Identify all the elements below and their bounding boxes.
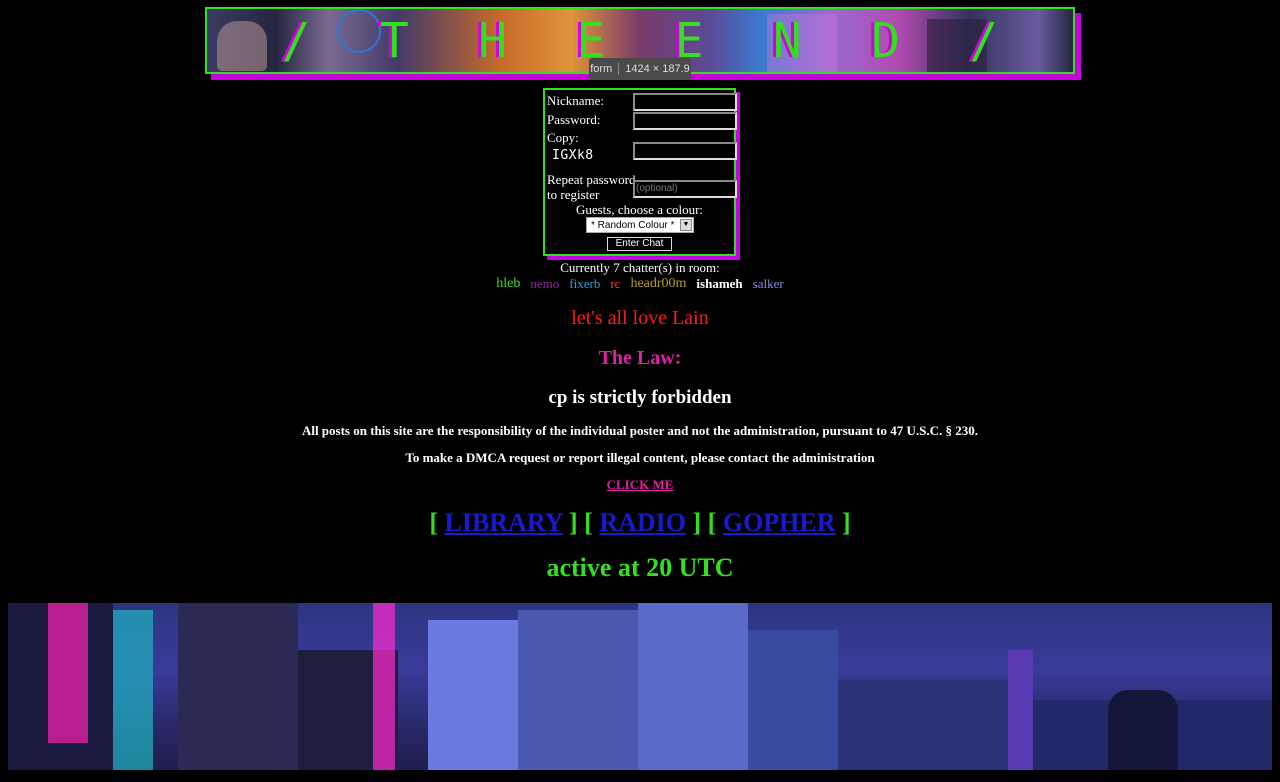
chatter-name: headr00m bbox=[630, 276, 687, 291]
cityscape-image bbox=[8, 603, 1272, 770]
tooltip-size: 1424 × 187.9 bbox=[625, 63, 690, 75]
gopher-link[interactable]: GOPHER bbox=[723, 508, 836, 537]
repeat-label-line1: Repeat password bbox=[547, 172, 636, 187]
colour-select-value: * Random Colour * bbox=[591, 220, 675, 231]
contact-link-wrap: CLICK ME bbox=[0, 477, 1280, 493]
chatters-list: hleb nemo fixerb rc headr00m ishameh sal… bbox=[0, 276, 1280, 292]
chatter-name: salker bbox=[752, 276, 784, 291]
neon-sign bbox=[48, 603, 88, 743]
devtools-tooltip: form 1424 × 187.9 bbox=[589, 58, 691, 80]
library-link[interactable]: LIBRARY bbox=[444, 508, 562, 537]
colour-select[interactable]: * Random Colour * ▼ bbox=[586, 217, 694, 233]
law-rule: cp is strictly forbidden bbox=[548, 387, 732, 408]
title-letter: / bbox=[969, 12, 999, 69]
building bbox=[518, 610, 638, 770]
login-form-box: Nickname: Password: Copy: IGXk8 Repeat p… bbox=[543, 88, 737, 256]
law-heading: The Law: bbox=[598, 347, 682, 369]
contact-link[interactable]: CLICK ME bbox=[607, 477, 674, 492]
title-letter: D bbox=[871, 12, 901, 69]
chatter-name: hleb bbox=[496, 276, 521, 291]
nickname-field[interactable] bbox=[633, 93, 737, 111]
chatter-name: nemo bbox=[530, 276, 560, 291]
password-label: Password: bbox=[547, 112, 601, 127]
building bbox=[1008, 650, 1033, 770]
dmca-text: To make a DMCA request or report illegal… bbox=[405, 450, 875, 465]
nav-links: [ LIBRARY ] [ RADIO ] [ GOPHER ] bbox=[429, 508, 851, 537]
password-field[interactable] bbox=[633, 112, 737, 130]
copy-label: Copy: bbox=[547, 130, 579, 145]
tooltip-tag: form bbox=[590, 63, 613, 75]
repeat-password-label: Repeat password to register bbox=[547, 172, 635, 202]
title-letter: N bbox=[772, 12, 802, 69]
captcha-code: IGXk8 bbox=[552, 148, 594, 163]
building bbox=[748, 630, 838, 770]
title-letter: / bbox=[281, 12, 311, 69]
sitting-figure bbox=[1108, 690, 1178, 770]
nickname-label: Nickname: bbox=[547, 93, 605, 108]
repeat-label-line2: to register bbox=[547, 187, 600, 202]
building bbox=[178, 603, 298, 770]
chatters-count: Currently 7 chatter(s) in room: bbox=[560, 260, 720, 275]
enter-chat-button[interactable]: Enter Chat bbox=[607, 237, 672, 251]
title-letter: H bbox=[478, 12, 508, 69]
captcha-field[interactable] bbox=[633, 142, 737, 160]
chatter-name: rc bbox=[610, 276, 621, 291]
building bbox=[638, 603, 748, 770]
chatter-name: ishameh bbox=[696, 276, 743, 291]
login-form: Nickname: Password: Copy: IGXk8 Repeat p… bbox=[543, 88, 740, 260]
repeat-password-field[interactable]: (optional) bbox=[633, 180, 737, 198]
radio-link[interactable]: RADIO bbox=[599, 508, 686, 537]
neon-sign bbox=[113, 610, 153, 770]
chevron-down-icon[interactable]: ▼ bbox=[680, 219, 692, 231]
tooltip-separator bbox=[618, 63, 620, 75]
chatter-name: fixerb bbox=[569, 276, 601, 291]
colour-label: Guests, choose a colour: bbox=[575, 202, 704, 217]
repeat-password-placeholder: (optional) bbox=[636, 183, 678, 194]
active-time: active at 20 UTC bbox=[546, 553, 734, 582]
message-of-the-day: let's all love Lain bbox=[571, 307, 709, 329]
neon-sign bbox=[373, 603, 395, 770]
title-letter: T bbox=[379, 12, 409, 69]
disclaimer-text: All posts on this site are the responsib… bbox=[301, 423, 979, 438]
building bbox=[428, 620, 518, 770]
building bbox=[838, 680, 1018, 770]
